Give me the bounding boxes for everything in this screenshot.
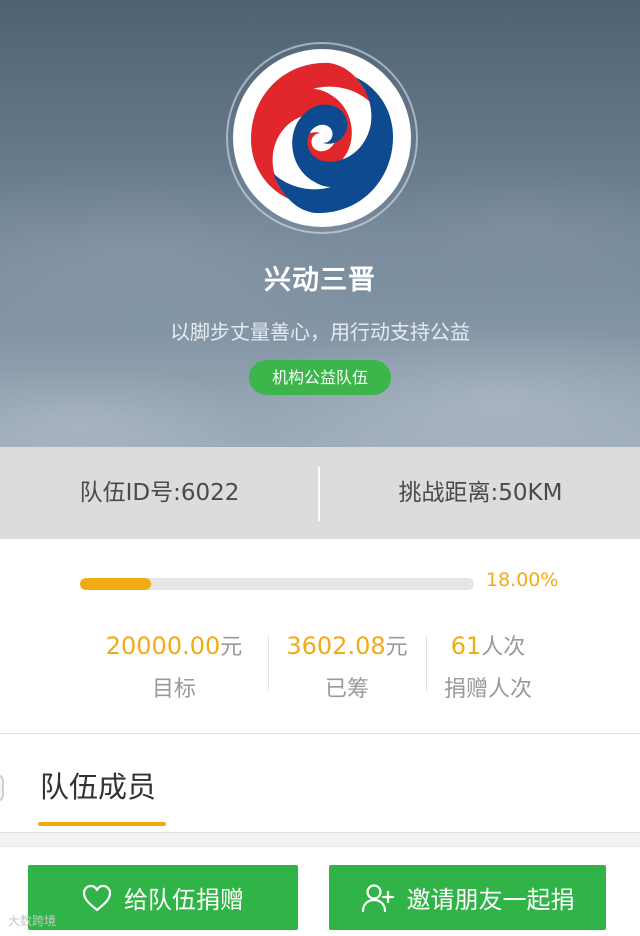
invite-friends-button[interactable]: 邀请朋友一起捐 <box>329 865 606 930</box>
stat-divider <box>426 635 427 691</box>
team-name: 兴动三晋 <box>264 265 376 296</box>
stat-donations-label: 捐赠人次 <box>443 677 532 702</box>
stat-goal: 20000.00元 目标 <box>96 629 252 703</box>
progress-fill <box>80 578 151 590</box>
stat-donations: 61人次 捐赠人次 <box>428 629 548 703</box>
stat-divider <box>268 635 269 691</box>
tab-members[interactable]: 队伍成员 <box>40 764 156 806</box>
stat-raised-unit: 元 <box>385 635 408 660</box>
team-logo <box>233 49 411 227</box>
stat-goal-label: 目标 <box>151 677 196 702</box>
shanxi-swirl-logo <box>251 62 393 214</box>
donate-to-team-button[interactable]: 给队伍捐赠 <box>28 865 298 930</box>
team-type-badge: 机构公益队伍 <box>249 360 391 395</box>
stat-raised-label: 已筹 <box>324 677 369 702</box>
info-divider <box>318 467 320 521</box>
members-section: 队伍成员 <box>0 733 640 833</box>
stat-raised-value: 3602.08 <box>286 632 386 660</box>
team-header: 兴动三晋 以脚步丈量善心，用行动支持公益 机构公益队伍 <box>0 0 640 447</box>
stat-goal-value: 20000.00 <box>105 632 221 660</box>
stat-raised: 3602.08元 已筹 <box>270 629 424 703</box>
action-bar: 给队伍捐赠 邀请朋友一起捐 <box>0 846 640 936</box>
heart-icon <box>82 884 112 911</box>
watermark-text: 大数跨境 <box>8 914 57 928</box>
progress-percent: 18.00% <box>486 569 559 591</box>
add-user-icon <box>361 883 394 912</box>
stat-donations-unit: 人次 <box>481 635 526 660</box>
invite-button-label: 邀请朋友一起捐 <box>406 886 575 914</box>
progress-bar <box>80 578 474 590</box>
side-scroll-handle[interactable] <box>0 774 4 802</box>
fundraising-stats: 18.00% 20000.00元 目标 3602.08元 已筹 61人次 捐赠人… <box>0 539 640 733</box>
team-info-bar: 队伍ID号:6022 挑战距离:50KM <box>0 447 640 539</box>
donate-button-label: 给队伍捐赠 <box>124 886 244 914</box>
challenge-distance: 挑战距离:50KM <box>398 480 563 506</box>
watermark: 大数跨境 <box>8 912 56 929</box>
tab-active-indicator <box>38 822 166 826</box>
team-slogan: 以脚步丈量善心，用行动支持公益 <box>170 320 470 344</box>
team-id: 队伍ID号:6022 <box>79 480 240 506</box>
stat-goal-unit: 元 <box>220 635 243 660</box>
stat-donations-value: 61 <box>450 632 482 660</box>
